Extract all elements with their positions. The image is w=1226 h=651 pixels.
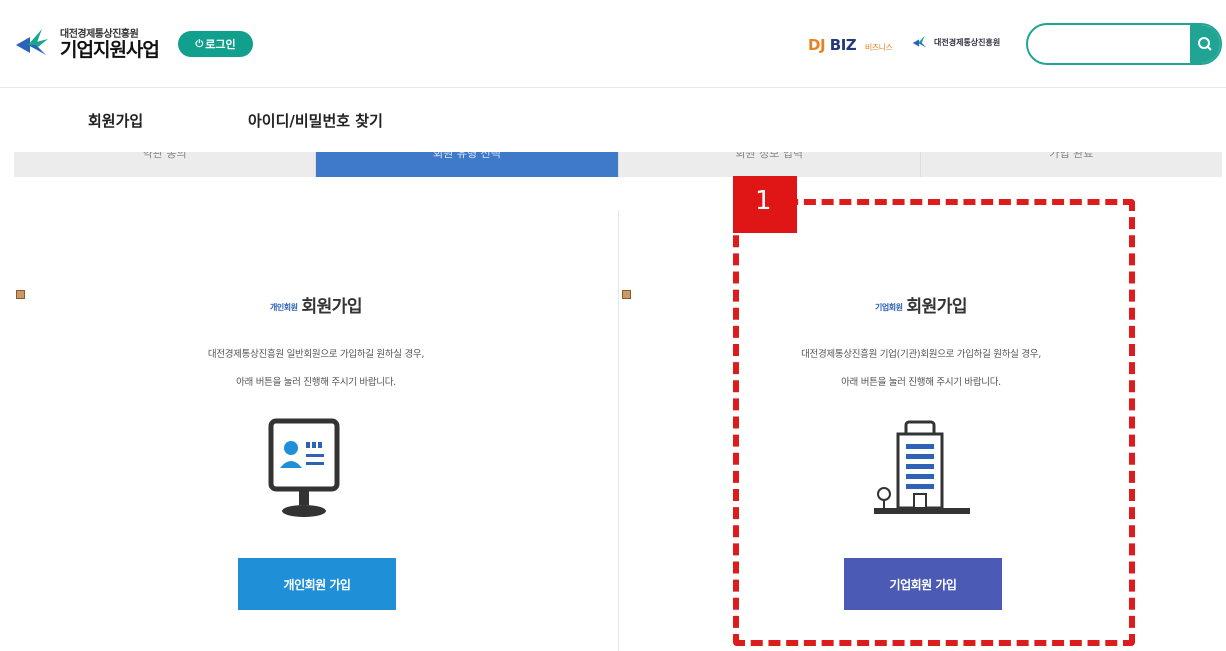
step-tabs: 약관 동의 회원 유형 선택 회원 정보 입력 가입 완료 xyxy=(14,152,1222,177)
power-icon: ⏻ xyxy=(195,38,204,50)
search-box[interactable] xyxy=(1026,23,1222,65)
tab-terms-label: 약관 동의 xyxy=(142,152,187,160)
search-input[interactable] xyxy=(1028,25,1188,63)
site-logo[interactable]: 대전경제통상진흥원 기업지원사업 xyxy=(12,22,162,68)
tab-member-type-label: 회원 유형 선택 xyxy=(433,152,501,160)
tab-member-info-label: 회원 정보 입력 xyxy=(735,152,803,160)
agency-logo[interactable]: 대전경제통상진흥원 xyxy=(910,34,1000,52)
djbiz-biz: BIZ xyxy=(829,36,857,54)
monitor-user-icon xyxy=(268,418,340,517)
agency-name: 대전경제통상진흥원 xyxy=(934,37,1001,47)
djbiz-dj: DJ xyxy=(808,36,826,54)
tab-complete[interactable]: 가입 완료 xyxy=(920,152,1222,177)
tab-complete-label: 가입 완료 xyxy=(1049,152,1094,160)
login-button[interactable]: ⏻ 로그인 xyxy=(178,31,253,57)
personal-tag: 개인회원 xyxy=(269,302,298,312)
search-button[interactable] xyxy=(1190,25,1220,63)
login-label: 로그인 xyxy=(205,38,236,51)
search-icon xyxy=(1198,37,1212,51)
djbiz-logo[interactable]: DJ BIZ 비즈니스 xyxy=(808,36,893,54)
site-header: 대전경제통상진흥원 기업지원사업 ⏻ 로그인 DJ BIZ 비즈니스 대전경제통… xyxy=(0,0,1226,88)
tab-member-type[interactable]: 회원 유형 선택 xyxy=(316,152,619,177)
personal-desc-line2: 아래 버튼을 눌러 진행해 주시기 바랍니다. xyxy=(236,377,396,388)
agency-mark-icon xyxy=(912,35,927,48)
annotation-highlight-box xyxy=(733,199,1135,646)
personal-title-text: 회원가입 xyxy=(301,297,362,317)
personal-signup-button[interactable]: 개인회원 가입 xyxy=(238,558,396,610)
tab-terms[interactable]: 약관 동의 xyxy=(14,152,317,177)
annotation-number-badge: 1 xyxy=(733,176,797,233)
djbiz-small: 비즈니스 xyxy=(864,43,893,52)
tab-member-info[interactable]: 회원 정보 입력 xyxy=(618,152,921,177)
subnav-signup[interactable]: 회원가입 xyxy=(88,110,143,131)
personal-signup-panel: 개인회원 회원가입 대전경제통상진흥원 일반회원으로 가입하길 원하실 경우, 아… xyxy=(14,210,619,651)
personal-desc-line1: 대전경제통상진흥원 일반회원으로 가입하길 원하실 경우, xyxy=(207,349,425,360)
logo-title: 기업지원사업 xyxy=(60,39,160,62)
subnav-find-id-password[interactable]: 아이디/비밀번호 찾기 xyxy=(248,110,383,131)
personal-panel-title: 개인회원 회원가입 xyxy=(14,292,618,317)
logo-mark-icon xyxy=(12,25,52,65)
